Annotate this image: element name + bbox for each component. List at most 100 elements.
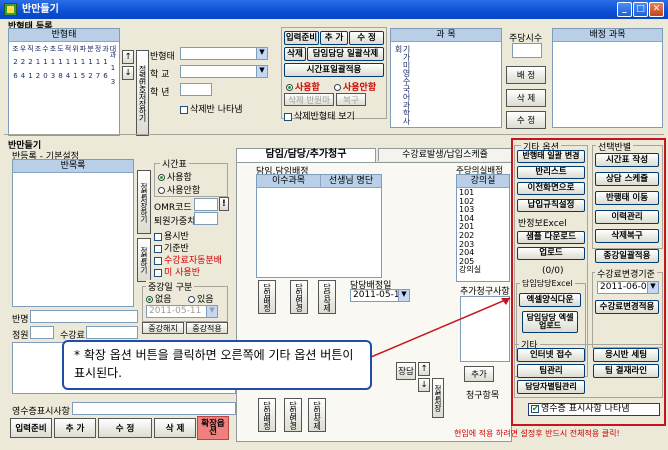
use-radio[interactable]: 사용함 (286, 80, 320, 93)
class-type-select[interactable]: ▼ (180, 47, 268, 60)
class-list-button[interactable]: 반리스트 (517, 166, 585, 179)
teacher-delete-button[interactable]: 담당삭제 (318, 280, 336, 314)
retire-weight-input[interactable] (194, 212, 218, 225)
checkbox-box[interactable] (180, 105, 188, 114)
teacher-excel-upload-button[interactable]: 담임담당 엑셀업로드 (522, 311, 578, 333)
nouse-radio[interactable]: 사용안함 (334, 80, 376, 93)
close-button[interactable]: ✕ (649, 2, 664, 17)
middle-apply-button[interactable]: 중강적용 (186, 322, 228, 334)
middle-date-select[interactable]: 2011-05-11 ▼ (146, 305, 218, 318)
timetable-nouse-radio[interactable]: 사용안함 (158, 183, 200, 196)
checkbox-box[interactable] (284, 112, 292, 121)
restore-button[interactable]: 복구 (336, 93, 366, 106)
class-type-list[interactable]: 반형태 대과 1 3과 1 6정 1 7분 1 2파 1 5위 1 1적 1 4… (8, 28, 120, 136)
omr-button[interactable]: ! (219, 197, 229, 211)
add-button[interactable]: 추 가 (320, 31, 348, 45)
modify-button[interactable]: 수 정 (349, 31, 384, 45)
bulk-end-apply-button[interactable]: 종강일괄적용 (595, 249, 659, 263)
down-arrow-button[interactable]: ↓ (418, 378, 430, 392)
receipt-show-checkbox[interactable]: 영수증 표시사항 나타냄 (528, 403, 660, 416)
minimize-button[interactable]: _ (617, 2, 632, 17)
show-deleted-checkbox[interactable]: 삭제반 나타냄 (180, 102, 243, 115)
class-modify-button[interactable]: 수 정 (98, 418, 152, 438)
radio-dot[interactable] (286, 84, 293, 91)
counsel-schedule-button[interactable]: 상담 스케쥴 (595, 172, 659, 186)
class-list[interactable]: 반목록 (12, 159, 134, 307)
list-item[interactable]: 파 1 5 (79, 45, 87, 133)
tab-teacher-assign[interactable]: 담임/담당/추가청구 (236, 148, 376, 162)
payment-rule-button[interactable]: 납입규칙설정 (517, 199, 585, 212)
bulk-type-change-button[interactable]: 반행태 일괄 변경 (517, 150, 585, 163)
delete-restore-button[interactable]: 삭제 반원마 (284, 93, 334, 106)
timetable-bulk-apply-button[interactable]: 시간표일괄적용 (284, 63, 384, 77)
class-type-move-button[interactable]: 반행태 이동 (595, 191, 659, 205)
sort-save-button-3[interactable]: 정렬저장 (432, 378, 444, 418)
homeroom-change-button[interactable]: 담임변경 (290, 280, 308, 314)
subject-list[interactable]: 과 목 기가미영수국어과학사회 (390, 28, 502, 128)
list-item[interactable]: 분 1 2 (86, 45, 95, 133)
list-item[interactable]: 수 1 0 (41, 45, 50, 133)
excel-template-download-button[interactable]: 엑셀양식다운 (519, 293, 581, 307)
checkbox-box[interactable] (154, 256, 162, 265)
maximize-button[interactable]: □ (633, 2, 648, 17)
teacher-team-button[interactable]: 담당자별팀관리 (517, 380, 585, 394)
weekly-hours-input[interactable] (512, 43, 542, 58)
timetable-write-button[interactable]: 시간표 작성 (595, 153, 659, 167)
list-item[interactable]: 대과 1 3 (109, 45, 117, 133)
class-add-button[interactable]: 추 가 (54, 418, 96, 438)
checkbox-box[interactable] (531, 403, 539, 414)
receipt-input[interactable] (72, 402, 236, 415)
middle-yes-radio[interactable]: 있음 (188, 292, 214, 305)
delete-restore-extra-button[interactable]: 삭제복구 (595, 229, 659, 243)
list-item[interactable]: 도 1 8 (56, 45, 65, 133)
nouse-class-checkbox[interactable]: 미 사용반 (154, 265, 200, 278)
radio-dot[interactable] (158, 174, 165, 181)
teacher-bulk-delete-button[interactable]: 담임담당 일괄삭제 (307, 47, 384, 61)
bottom-homeroom-change-button[interactable]: 담임변경 (284, 398, 302, 432)
class-name-input[interactable] (30, 310, 138, 323)
homeroom-assign-button[interactable]: 담임배정 (258, 280, 276, 314)
class-delete-button[interactable]: 삭 제 (154, 418, 196, 438)
upload-button[interactable]: 업로드 (517, 247, 585, 260)
list-item[interactable]: 과 1 6 (101, 45, 110, 133)
move-down-button[interactable]: ↓ (122, 66, 134, 80)
exam-class-setting-button[interactable]: 응시반 세팅 (593, 348, 659, 362)
assign-subject-button[interactable]: 배 정 (506, 66, 546, 84)
previous-screen-button[interactable]: 이전화면으로 (517, 182, 585, 195)
list-item[interactable]: 직 2 1 (26, 45, 35, 133)
room-list[interactable]: 강의실 101 102 103 104 201 202 203 204 205 강의실 (456, 174, 510, 282)
radio-dot[interactable] (158, 187, 165, 194)
checkbox-box[interactable] (154, 268, 162, 277)
tuition-date-select[interactable]: 2011-06-01 ▼ (597, 281, 659, 294)
sort-save-button-2[interactable]: 정렬저장하기 (137, 170, 151, 234)
bottom-homeroom-delete-button[interactable]: 담임삭제 (308, 398, 326, 432)
delete-subject-button[interactable]: 삭 제 (506, 89, 546, 107)
list-item[interactable]: 조 1 2 (34, 45, 42, 133)
quota-input[interactable] (30, 326, 54, 339)
move-up-button[interactable]: ↑ (122, 50, 134, 64)
list-item[interactable]: 우 2 4 (19, 45, 27, 133)
assign-list[interactable] (256, 174, 382, 278)
school-select[interactable]: ▼ (180, 65, 268, 78)
checkbox-box[interactable] (154, 232, 162, 241)
radio-dot[interactable] (146, 296, 153, 303)
list-item[interactable]: 위 1 1 (71, 45, 80, 133)
checkbox-box[interactable] (154, 244, 162, 253)
delete-button[interactable]: 삭제 (284, 47, 306, 61)
tab-tuition-schedule[interactable]: 수강료발생/납입스케쥴 (378, 148, 512, 161)
tuition-input[interactable] (86, 326, 138, 339)
history-button[interactable]: 이력관리 (595, 210, 659, 224)
team-manage-button[interactable]: 팀관리 (517, 364, 585, 378)
list-item[interactable]: 초 1 3 (49, 45, 57, 133)
bottom-homeroom-assign-button[interactable]: 담임배정 (258, 398, 276, 432)
sort-save-button[interactable]: 정렬번호저장하기 (136, 50, 149, 136)
list-item[interactable]: 강의실 (459, 266, 481, 275)
radio-dot[interactable] (188, 296, 195, 303)
show-deleted-types-checkbox[interactable]: 삭제반형태 보기 (284, 109, 355, 122)
online-register-button[interactable]: 인터넷 접수 (517, 348, 585, 362)
timetable-use-radio[interactable]: 사용함 (158, 170, 192, 183)
middle-cancel-button[interactable]: 중강해지 (142, 322, 184, 334)
tuition-change-apply-button[interactable]: 수강료변경적용 (595, 300, 659, 314)
input-ready-button[interactable]: 입력준비 (284, 31, 319, 45)
sample-download-button[interactable]: 샘플 다운로드 (517, 231, 585, 244)
